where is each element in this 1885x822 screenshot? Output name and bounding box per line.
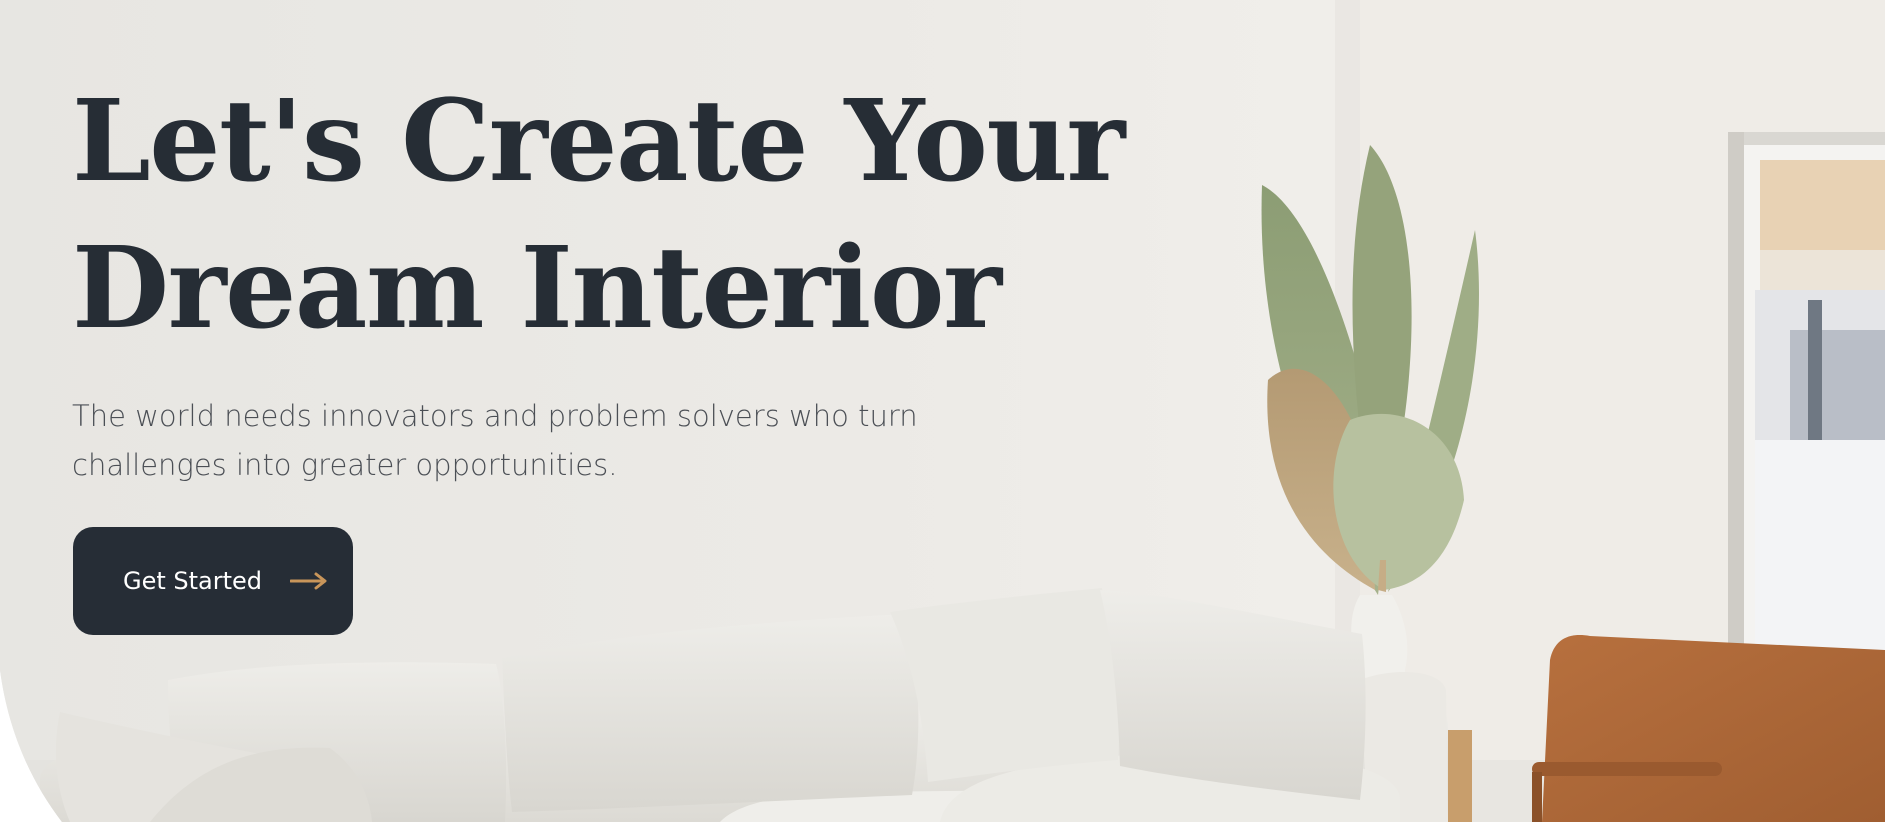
hero-content: Let's Create Your Dream Interior The wor… bbox=[72, 68, 1125, 490]
get-started-label: Get Started bbox=[123, 567, 263, 595]
arrow-right-icon bbox=[290, 572, 327, 590]
hero-title: Let's Create Your Dream Interior bbox=[72, 68, 1125, 362]
hero-subtitle: The world needs innovators and problem s… bbox=[72, 399, 918, 482]
get-started-button[interactable]: Get Started bbox=[73, 527, 353, 635]
hero-title-line-1: Let's Create Your bbox=[72, 76, 1125, 207]
hero-title-line-2: Dream Interior bbox=[72, 223, 1002, 354]
